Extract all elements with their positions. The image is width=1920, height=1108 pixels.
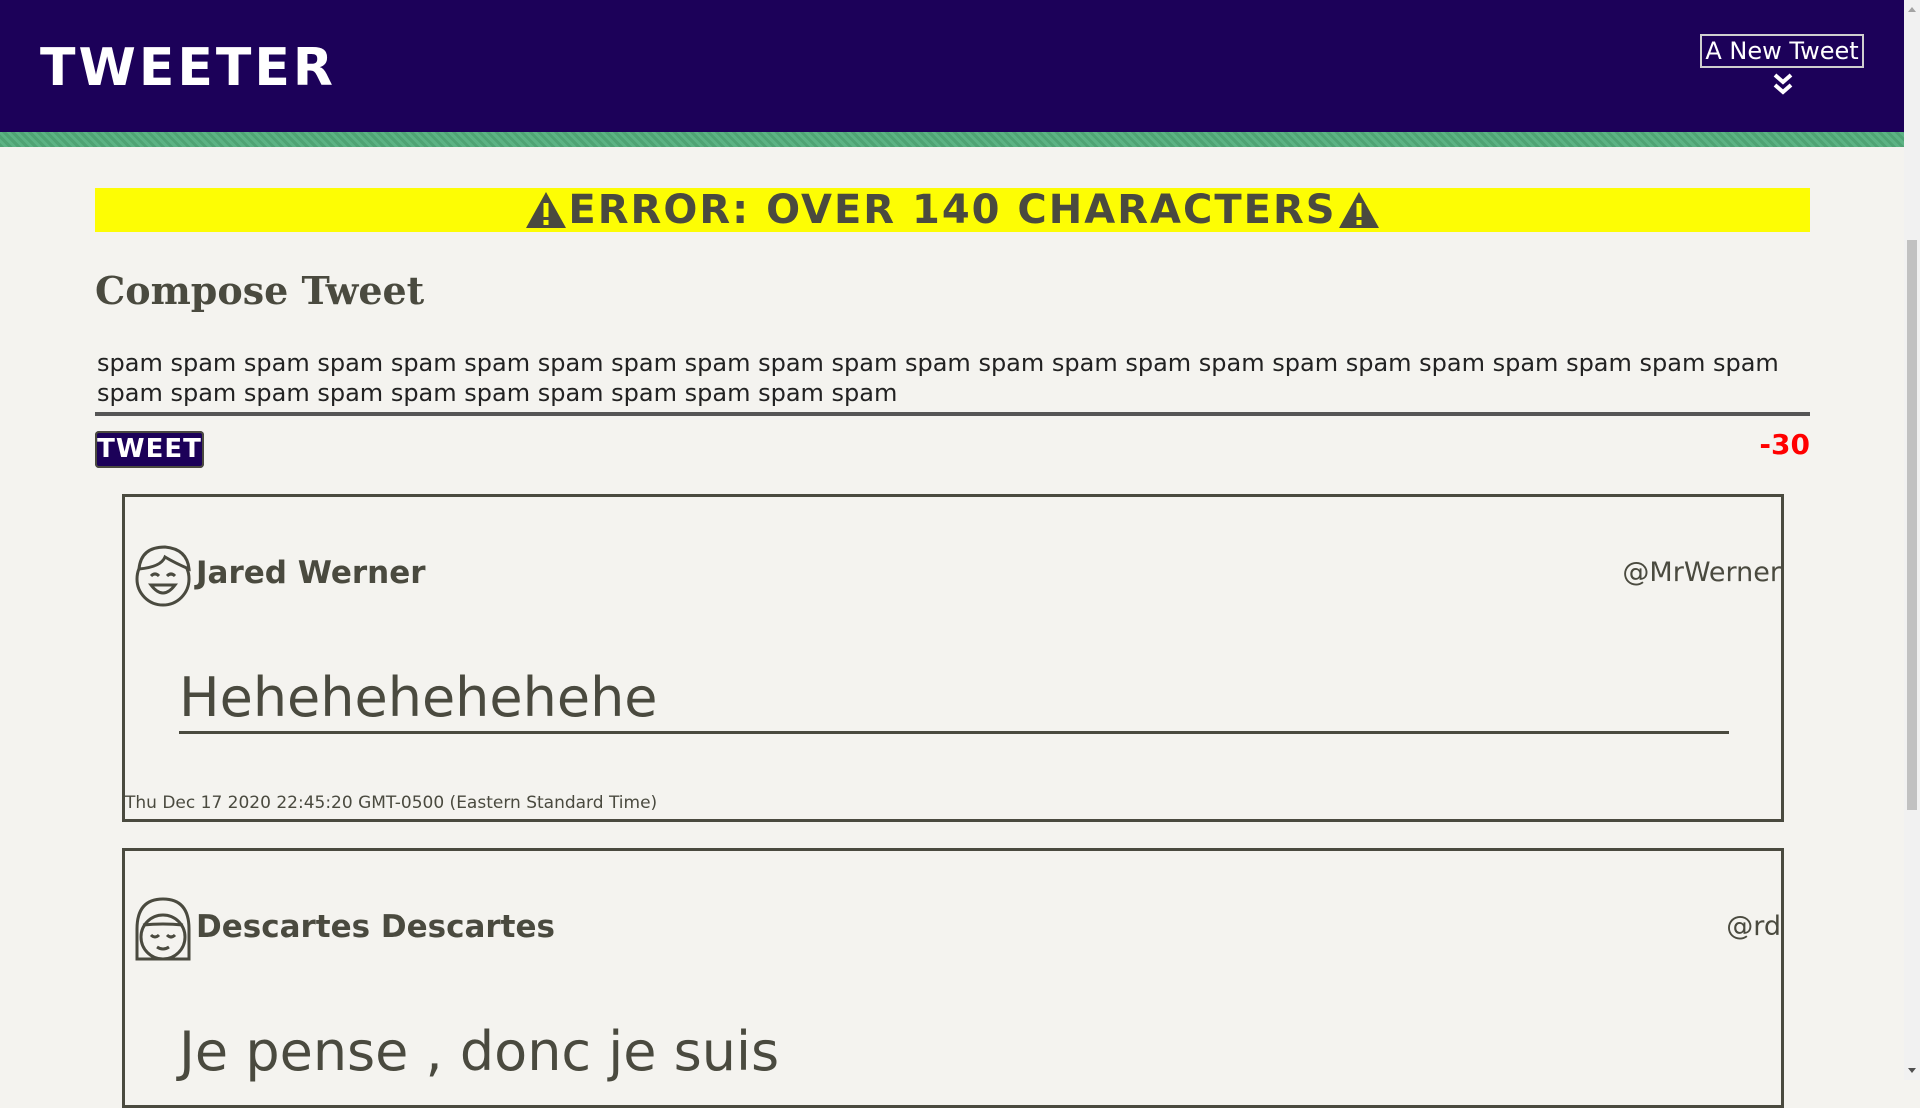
compose-title: Compose Tweet <box>95 268 425 313</box>
top-nav: Tweeter A New Tweet <box>0 0 1904 132</box>
tweet-body: Je pense , donc je suis <box>179 1020 780 1083</box>
compose-textarea[interactable]: spam spam spam spam spam spam spam spam … <box>95 348 1810 416</box>
error-banner: Error: over 140 characters <box>95 187 1810 233</box>
scroll-down-arrow-icon[interactable] <box>1904 1062 1920 1078</box>
scrollbar[interactable] <box>1904 0 1920 1080</box>
tweet-author-name: Descartes Descartes <box>196 909 555 945</box>
nav-stripe <box>0 132 1904 147</box>
warning-icon <box>1338 192 1379 228</box>
female-avatar-icon <box>135 897 191 961</box>
male-avatar-icon <box>135 545 191 607</box>
tweet-card: Descartes Descartes @rd Je pense , donc … <box>122 848 1784 1108</box>
scroll-up-arrow-icon[interactable] <box>1904 2 1920 18</box>
tweet-author-handle: @rd <box>1726 911 1781 942</box>
warning-icon <box>526 192 567 228</box>
tweet-timestamp: Thu Dec 17 2020 22:45:20 GMT-0500 (Easte… <box>125 793 658 813</box>
new-tweet-button[interactable]: A New Tweet <box>1700 34 1864 68</box>
tweet-button[interactable]: Tweet <box>95 431 204 468</box>
double-chevron-down-icon[interactable] <box>1772 72 1794 96</box>
scrollbar-thumb[interactable] <box>1907 240 1917 810</box>
tweet-card: Jared Werner @MrWerner Hehehehehehehe Th… <box>122 494 1784 822</box>
brand-logo: Tweeter <box>40 38 336 98</box>
error-message: Error: over 140 characters <box>568 187 1337 233</box>
character-counter: -30 <box>1759 428 1810 461</box>
tweet-body: Hehehehehehehe <box>179 665 1729 734</box>
tweet-author-handle: @MrWerner <box>1622 557 1781 588</box>
tweet-author-name: Jared Werner <box>196 555 426 591</box>
